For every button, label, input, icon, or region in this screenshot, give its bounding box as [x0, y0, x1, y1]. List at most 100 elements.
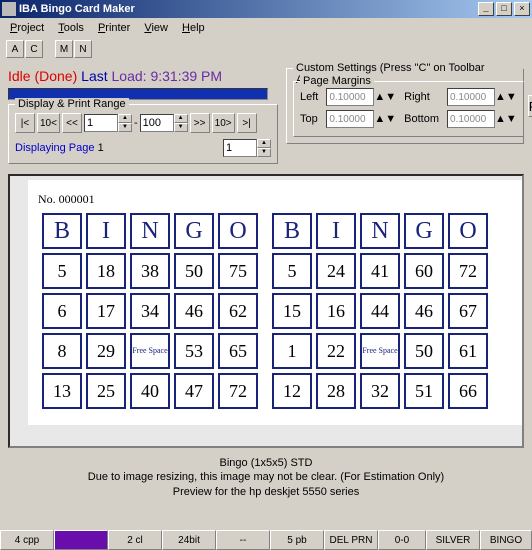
footer-line-2: Due to image resizing, this image may no… — [0, 470, 532, 484]
bingo-header-cell: N — [130, 213, 170, 249]
menu-help[interactable]: Help — [176, 20, 211, 36]
menu-project[interactable]: Project — [4, 20, 50, 36]
toolbar-c-button[interactable]: C — [25, 40, 43, 58]
range-back-button[interactable]: << — [62, 113, 82, 133]
bingo-cell: 12 — [272, 373, 312, 409]
card-number: No. 000001 — [38, 192, 524, 207]
bingo-cell: 67 — [448, 293, 488, 329]
bingo-cell: 40 — [130, 373, 170, 409]
bingo-cell: 8 — [42, 333, 82, 369]
bingo-cell: 44 — [360, 293, 400, 329]
bingo-header-cell: I — [86, 213, 126, 249]
spin-up-icon[interactable]: ▲ — [118, 114, 132, 123]
spin-up-icon[interactable]: ▲ — [374, 113, 385, 125]
toolbar-n-button[interactable]: N — [74, 40, 92, 58]
range-from-input[interactable] — [84, 114, 118, 132]
status-color-swatch — [54, 530, 108, 550]
status-delprn: DEL PRN — [324, 530, 378, 550]
status-last: Last — [81, 68, 107, 84]
app-icon — [2, 2, 16, 16]
bingo-cell: 1 — [272, 333, 312, 369]
bingo-cell: Free Space — [130, 333, 170, 369]
status-load: Load: 9:31:39 PM — [112, 68, 223, 84]
spin-down-icon[interactable]: ▼ — [506, 113, 517, 125]
spin-down-icon[interactable]: ▼ — [118, 123, 132, 132]
bingo-header-cell: G — [174, 213, 214, 249]
bingo-cell: 18 — [86, 253, 126, 289]
margins-legend: Page Margins — [300, 75, 374, 87]
bingo-cell: 50 — [174, 253, 214, 289]
status-pb: 5 pb — [270, 530, 324, 550]
minimize-button[interactable]: _ — [478, 2, 494, 16]
spin-down-icon[interactable]: ▼ — [174, 123, 188, 132]
menu-view[interactable]: View — [138, 20, 174, 36]
bingo-header-cell: O — [218, 213, 258, 249]
close-button[interactable]: × — [514, 2, 530, 16]
bingo-cell: 17 — [86, 293, 126, 329]
bingo-header-cell: I — [316, 213, 356, 249]
bingo-cell: 13 — [42, 373, 82, 409]
bingo-cell: 6 — [42, 293, 82, 329]
bingo-cell: 24 — [316, 253, 356, 289]
footer-line-1: Bingo (1x5x5) STD — [0, 456, 532, 470]
status-idle: Idle (Done) — [8, 68, 77, 84]
toolbar: A C M N — [0, 38, 532, 60]
bingo-header-cell: N — [360, 213, 400, 249]
bingo-card-1: BINGO 518385075617344662829Free Space536… — [38, 209, 262, 413]
spin-up-icon[interactable]: ▲ — [174, 114, 188, 123]
spin-down-icon[interactable]: ▼ — [385, 91, 396, 103]
status-line: Idle (Done) Last Load: 9:31:39 PM — [8, 64, 278, 88]
margin-bottom-input[interactable] — [447, 110, 495, 128]
menu-printer[interactable]: Printer — [92, 20, 136, 36]
footer-messages: Bingo (1x5x5) STD Due to image resizing,… — [0, 454, 532, 500]
spin-up-icon[interactable]: ▲ — [257, 139, 271, 148]
titlebar: IBA Bingo Card Maker _ □ × — [0, 0, 532, 18]
spin-down-icon[interactable]: ▼ — [506, 91, 517, 103]
bingo-cell: 75 — [218, 253, 258, 289]
toolbar-a-button[interactable]: A — [6, 40, 24, 58]
bingo-cell: 34 — [130, 293, 170, 329]
menubar: Project Tools Printer View Help — [0, 18, 532, 38]
range-last-button[interactable]: >| — [237, 113, 257, 133]
spin-down-icon[interactable]: ▼ — [257, 148, 271, 157]
preview-pane: No. 000001 BINGO 518385075617344662829Fr… — [8, 174, 524, 448]
spin-up-icon[interactable]: ▲ — [495, 91, 506, 103]
range-fwd-button[interactable]: >> — [190, 113, 210, 133]
status-cpp: 4 cpp — [0, 530, 54, 550]
bingo-header-cell: O — [448, 213, 488, 249]
bingo-card-2: BINGO 5244160721516444667122Free Space50… — [268, 209, 492, 413]
spin-down-icon[interactable]: ▼ — [385, 113, 396, 125]
margin-right-input[interactable] — [447, 88, 495, 106]
page-input[interactable] — [223, 139, 257, 157]
bingo-cell: 66 — [448, 373, 488, 409]
bingo-cell: 29 — [86, 333, 126, 369]
range-ten-fwd-button[interactable]: 10> — [212, 113, 235, 133]
bingo-cell: 72 — [218, 373, 258, 409]
bingo-cell: 61 — [448, 333, 488, 369]
bingo-cell: 51 — [404, 373, 444, 409]
range-to-input[interactable] — [140, 114, 174, 132]
bingo-cell: 32 — [360, 373, 400, 409]
bingo-cell: 38 — [130, 253, 170, 289]
margin-top-label: Top — [300, 113, 318, 125]
bingo-cell: 53 — [174, 333, 214, 369]
spin-up-icon[interactable]: ▲ — [495, 113, 506, 125]
maximize-button[interactable]: □ — [496, 2, 512, 16]
range-fieldset: Display & Print Range |< 10< << ▲▼ - ▲▼ … — [8, 104, 278, 164]
bingo-header-cell: B — [42, 213, 82, 249]
displaying-page-label: Displaying Page — [15, 142, 95, 154]
range-first-button[interactable]: |< — [15, 113, 35, 133]
toolbar-m-button[interactable]: M — [55, 40, 73, 58]
status-bit: 24bit — [162, 530, 216, 550]
menu-tools[interactable]: Tools — [52, 20, 90, 36]
bingo-cell: 47 — [174, 373, 214, 409]
bingo-cell: 16 — [316, 293, 356, 329]
spin-up-icon[interactable]: ▲ — [374, 91, 385, 103]
range-ten-back-button[interactable]: 10< — [37, 113, 60, 133]
margin-left-input[interactable] — [326, 88, 374, 106]
margin-top-input[interactable] — [326, 110, 374, 128]
displaying-page-value: 1 — [98, 142, 104, 154]
bingo-cell: 62 — [218, 293, 258, 329]
status-cl: 2 cl — [108, 530, 162, 550]
proof-button[interactable]: Proof — [528, 95, 532, 117]
